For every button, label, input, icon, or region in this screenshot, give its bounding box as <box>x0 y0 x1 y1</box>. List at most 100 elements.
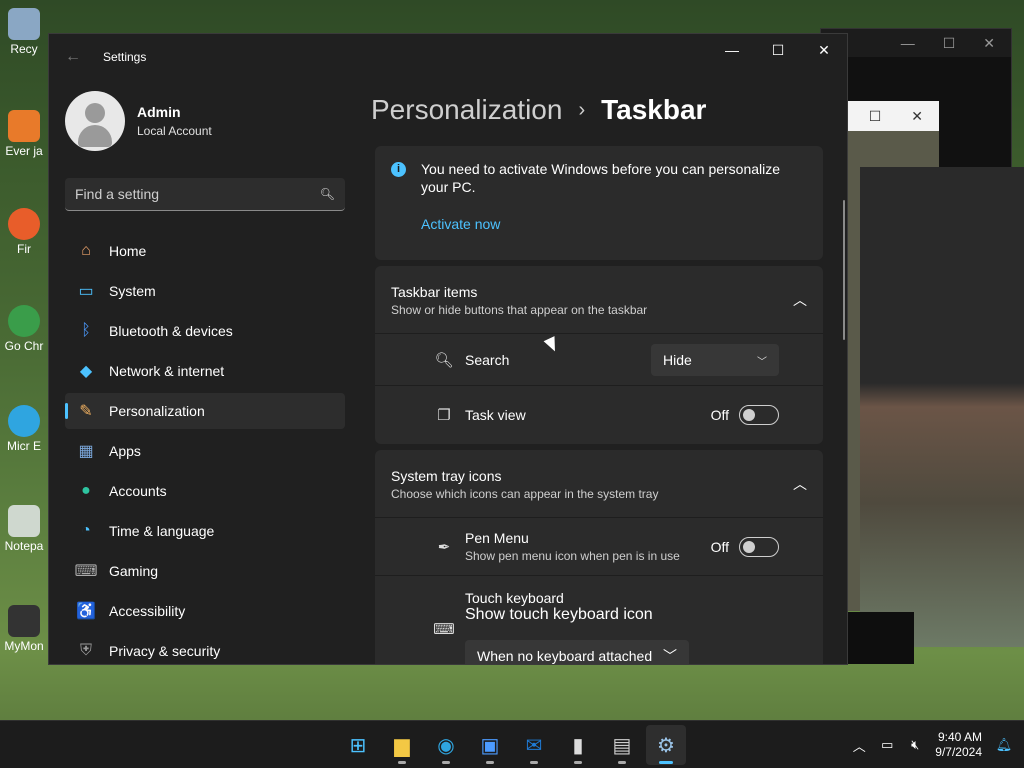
taskbar-items-header[interactable]: Taskbar items Show or hide buttons that … <box>375 266 823 334</box>
touch-keyboard-row: ⌨ Touch keyboard Show touch keyboard ico… <box>375 576 823 664</box>
sidebar-item-accounts[interactable]: ● Accounts <box>65 473 345 509</box>
mymonitor-icon[interactable]: MyMon <box>4 605 44 653</box>
task-view-icon: ❐ <box>437 407 451 424</box>
clock-date: 9/7/2024 <box>935 745 982 759</box>
profile-name: Admin <box>137 104 181 120</box>
search-dropdown[interactable]: Hide ﹀ <box>651 344 779 376</box>
task-view-row: ❐ Task view Off <box>375 386 823 444</box>
breadcrumb-parent[interactable]: Personalization <box>371 94 562 126</box>
pen-menu-toggle[interactable] <box>739 536 779 557</box>
notification-bell-icon[interactable]: 🔔︎ <box>990 737 1018 753</box>
terminal-icon[interactable]: ▮ <box>558 725 598 765</box>
sidebar-item-network-internet[interactable]: ◆ Network & internet <box>65 353 345 389</box>
edge-icon[interactable]: ◉ <box>426 725 466 765</box>
search-box[interactable]: 🔍︎ <box>65 178 345 211</box>
back-arrow-icon[interactable]: ← <box>53 48 93 66</box>
system-icon: ▭ <box>78 283 94 300</box>
sidebar-item-personalization[interactable]: ✎ Personalization <box>65 393 345 429</box>
settings-window: ← Settings — ☐ ✕ Admin Local Account 🔍︎ … <box>48 33 848 665</box>
background-window-3 <box>846 612 914 664</box>
edge-desktop-icon[interactable]: Micr E <box>4 405 44 453</box>
clock[interactable]: 9:40 AM 9/7/2024 <box>935 730 982 760</box>
network-icon[interactable]: ▭ <box>873 737 901 753</box>
desktop-app-icon[interactable]: Ever ja <box>4 110 44 158</box>
sidebar-item-accessibility[interactable]: ♿ Accessibility <box>65 593 345 629</box>
taskbar-apps: ⊞ ▆ ◉ ▣ ✉ ▮ ▤ ⚙ <box>338 721 686 768</box>
pen-menu-state: Off <box>710 538 729 555</box>
activate-now-link[interactable]: Activate now <box>421 216 807 232</box>
sidebar: Admin Local Account 🔍︎ ⌂ Home ▭ System ᛒ Blue… <box>49 80 361 664</box>
task-view-toggle[interactable] <box>739 405 779 425</box>
taskbar: ⊞ ▆ ◉ ▣ ✉ ▮ ▤ ⚙ ︿ ▭ 🔇︎ 9:40 AM 9/7/2024 🔔︎ <box>0 720 1024 768</box>
section-title: Taskbar items <box>391 284 478 300</box>
breadcrumb-separator-icon: › <box>578 98 586 121</box>
touch-keyboard-dropdown[interactable]: When no keyboard attached ﹀ <box>465 640 689 664</box>
maximize-icon[interactable]: ☐ <box>869 108 882 125</box>
task-view-state: Off <box>710 407 729 423</box>
pen-menu-label: Pen Menu <box>465 530 529 546</box>
gamepad-icon: ⌨ <box>74 563 98 580</box>
accessibility-icon: ♿ <box>76 603 96 620</box>
start-icon[interactable]: ⊞ <box>338 725 378 765</box>
window-controls: — ☐ ✕ <box>709 34 847 66</box>
maximize-button[interactable]: ☐ <box>755 34 801 66</box>
section-subtitle: Choose which icons can appear in the sys… <box>391 487 659 501</box>
store-icon[interactable]: ▣ <box>470 725 510 765</box>
profile-account: Local Account <box>137 124 212 138</box>
minimize-icon[interactable]: — <box>901 35 915 51</box>
sidebar-nav: ⌂ Home ▭ System ᛒ Bluetooth & devices ◆ Network… <box>49 233 361 664</box>
settings-icon[interactable]: ⚙ <box>646 725 686 765</box>
file-explorer-icon[interactable]: ▆ <box>382 725 422 765</box>
sidebar-item-apps[interactable]: ▦ Apps <box>65 433 345 469</box>
chrome-icon[interactable]: Go Chr <box>4 305 44 353</box>
firefox-icon[interactable]: Fir <box>4 208 44 256</box>
bluetooth-icon: ᛒ <box>81 322 91 339</box>
close-icon[interactable]: ✕ <box>911 108 923 125</box>
sidebar-item-home[interactable]: ⌂ Home <box>65 233 345 269</box>
breadcrumb: Personalization › Taskbar <box>371 80 847 140</box>
avatar <box>65 91 125 151</box>
sidebar-item-time-language[interactable]: ◔ Time & language <box>65 513 345 549</box>
sidebar-item-gaming[interactable]: ⌨ Gaming <box>65 553 345 589</box>
recycle-bin-icon[interactable]: Recy <box>4 8 44 56</box>
apps-icon: ▦ <box>78 443 94 460</box>
chevron-down-icon: ﹀ <box>757 356 767 368</box>
system-tray-header[interactable]: System tray icons Choose which icons can… <box>375 450 823 518</box>
window-title: Settings <box>103 50 147 64</box>
minimize-button[interactable]: — <box>709 34 755 66</box>
pen-menu-row: ✒ Pen Menu Show pen menu icon when pen i… <box>375 518 823 576</box>
close-icon[interactable]: ✕ <box>983 35 995 52</box>
scrollbar[interactable] <box>843 200 845 340</box>
taskbar-items-section: Taskbar items Show or hide buttons that … <box>375 266 823 444</box>
system-tray-section: System tray icons Choose which icons can… <box>375 450 823 664</box>
sidebar-item-label: System <box>109 283 156 299</box>
outlook-icon[interactable]: ✉ <box>514 725 554 765</box>
search-setting-label: Search <box>465 351 510 368</box>
notepad-icon[interactable]: Notepa <box>4 505 44 553</box>
close-button[interactable]: ✕ <box>801 34 847 66</box>
search-setting-row: 🔍︎ Search Hide ﹀ <box>375 334 823 386</box>
sidebar-item-bluetooth-devices[interactable]: ᛒ Bluetooth & devices <box>65 313 345 349</box>
info-icon: i <box>391 162 406 177</box>
maximize-icon[interactable]: ☐ <box>943 35 956 52</box>
chevron-up-icon[interactable]: ︿ <box>845 736 873 755</box>
touch-keyboard-subtitle: Show touch keyboard icon <box>465 606 653 623</box>
profile-card[interactable]: Admin Local Account <box>65 90 361 152</box>
volume-muted-icon[interactable]: 🔇︎ <box>901 737 929 753</box>
home-icon: ⌂ <box>81 242 91 259</box>
search-icon[interactable]: 🔍︎ <box>320 187 335 201</box>
sidebar-item-privacy-security[interactable]: ⛨ Privacy & security <box>65 633 345 664</box>
chevron-up-icon[interactable]: ︿ <box>793 290 807 310</box>
installer-icon[interactable]: ▤ <box>602 725 642 765</box>
chevron-down-icon: ﹀ <box>663 648 677 664</box>
pen-icon: ✒ <box>437 538 451 556</box>
search-icon: 🔍︎ <box>434 351 454 369</box>
section-subtitle: Show or hide buttons that appear on the … <box>391 303 648 317</box>
activation-message: You need to activate Windows before you … <box>421 161 781 195</box>
sidebar-item-label: Time & language <box>109 523 215 539</box>
task-view-label: Task view <box>465 407 526 423</box>
search-input[interactable] <box>75 186 320 202</box>
sidebar-item-system[interactable]: ▭ System <box>65 273 345 309</box>
chevron-up-icon[interactable]: ︿ <box>793 474 807 494</box>
wifi-icon: ◆ <box>79 363 93 380</box>
